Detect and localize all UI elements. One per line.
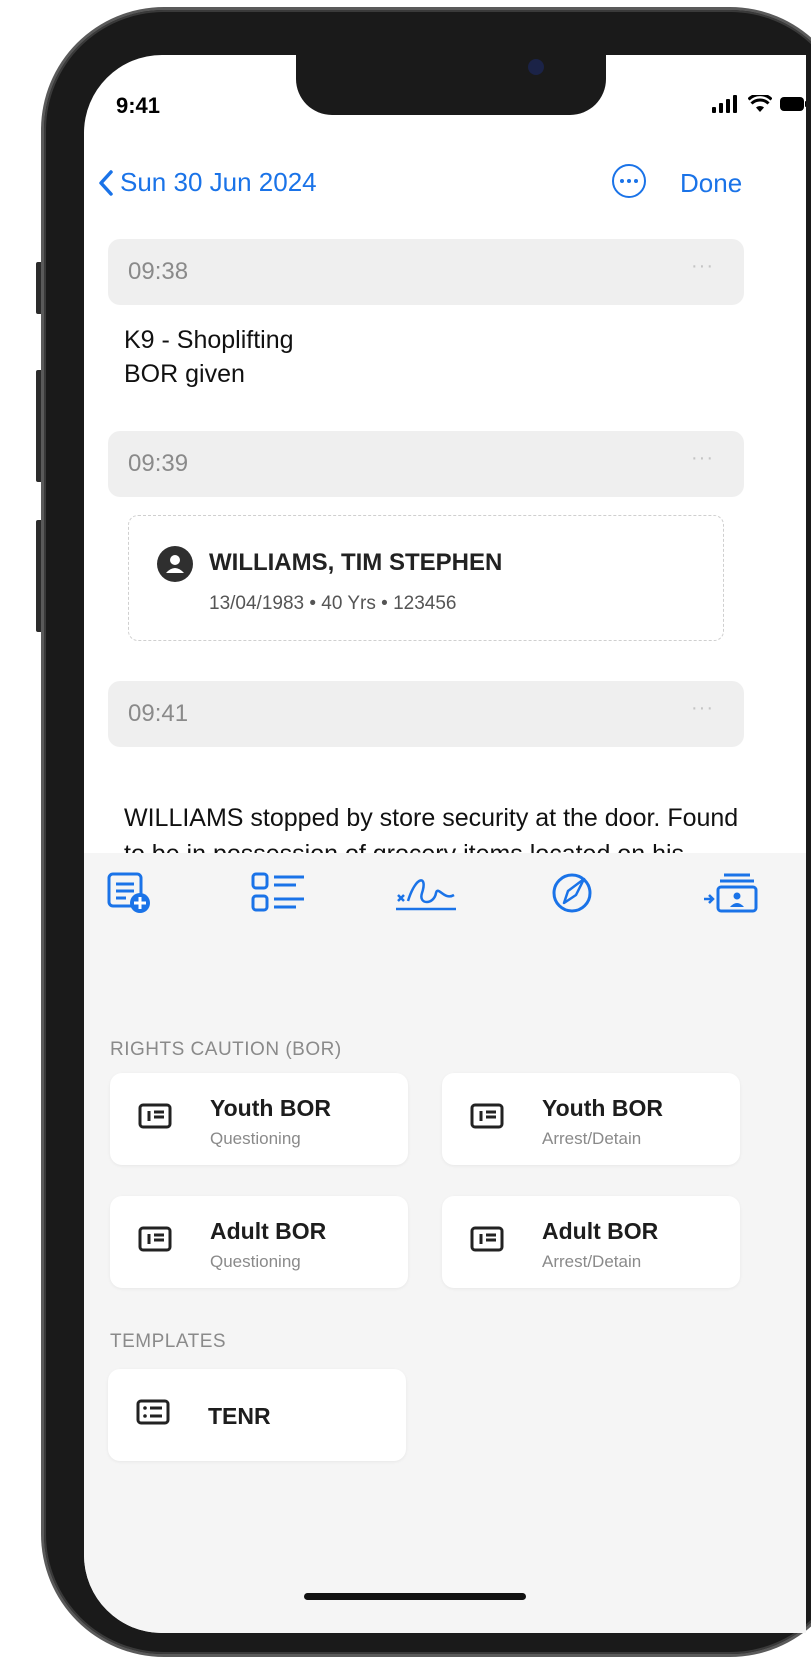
adult-bor-questioning-card[interactable]: Adult BOR Questioning bbox=[110, 1196, 408, 1288]
person-card[interactable]: WILLIAMS, TIM STEPHEN 13/04/1983 • 40 Yr… bbox=[128, 515, 724, 641]
back-button[interactable]: Sun 30 Jun 2024 bbox=[98, 167, 317, 198]
templates-header: TEMPLATES bbox=[110, 1331, 227, 1352]
volume-down-button bbox=[36, 520, 44, 632]
entry-time-header[interactable]: 09:38 ··· bbox=[108, 239, 744, 305]
signature-icon[interactable] bbox=[394, 871, 458, 915]
card-subtitle: Questioning bbox=[210, 1252, 301, 1271]
status-icons bbox=[712, 95, 806, 113]
person-card-icon[interactable] bbox=[702, 871, 758, 915]
card-subtitle: Arrest/Detain bbox=[542, 1252, 642, 1271]
entry-options-icon[interactable]: ··· bbox=[691, 447, 714, 470]
entry-time: 09:41 bbox=[128, 700, 189, 727]
more-dot-icon bbox=[634, 179, 638, 183]
card-title: Youth BOR bbox=[210, 1095, 331, 1121]
phone-screen: 9:41 Sun 30 Jun 2024 Done 09:38 ··· K9 -… bbox=[84, 55, 806, 1633]
card-subtitle: Arrest/Detain bbox=[542, 1129, 642, 1148]
card-title: Youth BOR bbox=[542, 1095, 663, 1121]
entry-options-icon[interactable]: ··· bbox=[691, 255, 714, 278]
compass-icon[interactable] bbox=[550, 871, 594, 915]
chevron-left-icon bbox=[99, 169, 113, 196]
list-template-icon bbox=[136, 1399, 170, 1425]
silent-switch bbox=[36, 262, 44, 314]
rights-caution-header: RIGHTS CAUTION (BOR) bbox=[110, 1039, 342, 1060]
more-options-button[interactable] bbox=[612, 164, 646, 198]
entry-options-icon[interactable]: ··· bbox=[691, 697, 714, 720]
bottom-action-panel: RIGHTS CAUTION (BOR) Youth BOR Questioni… bbox=[84, 853, 806, 1633]
signal-icon bbox=[712, 95, 737, 113]
back-label: Sun 30 Jun 2024 bbox=[120, 167, 317, 197]
entry-note-line: BOR given bbox=[124, 360, 245, 388]
entry-time-header[interactable]: 09:41 ··· bbox=[108, 681, 744, 747]
document-icon bbox=[138, 1103, 172, 1129]
battery-icon bbox=[780, 97, 806, 111]
youth-bor-questioning-card[interactable]: Youth BOR Questioning bbox=[110, 1073, 408, 1165]
entry-time: 09:39 bbox=[128, 450, 189, 477]
entry-time: 09:38 bbox=[128, 258, 189, 285]
person-name: WILLIAMS, TIM STEPHEN bbox=[209, 549, 503, 576]
card-title: TENR bbox=[208, 1403, 271, 1429]
wifi-icon bbox=[748, 95, 772, 112]
entry-note-line: K9 - Shoplifting bbox=[124, 326, 294, 354]
document-icon bbox=[138, 1226, 172, 1252]
entry-note: K9 - Shoplifting BOR given bbox=[124, 323, 294, 391]
adult-bor-arrest-card[interactable]: Adult BOR Arrest/Detain bbox=[442, 1196, 740, 1288]
status-time: 9:41 bbox=[116, 93, 161, 118]
more-dot-icon bbox=[620, 179, 624, 183]
entry-time-header[interactable]: 09:39 ··· bbox=[108, 431, 744, 497]
add-note-icon[interactable] bbox=[106, 871, 152, 915]
camera-icon bbox=[528, 59, 544, 75]
person-avatar-icon bbox=[157, 546, 193, 582]
home-indicator[interactable] bbox=[304, 1593, 526, 1600]
youth-bor-arrest-card[interactable]: Youth BOR Arrest/Detain bbox=[442, 1073, 740, 1165]
document-icon bbox=[470, 1103, 504, 1129]
notch bbox=[296, 55, 606, 115]
card-subtitle: Questioning bbox=[210, 1129, 301, 1148]
volume-up-button bbox=[36, 370, 44, 482]
checklist-icon[interactable] bbox=[250, 871, 308, 915]
template-tenr-card[interactable]: TENR bbox=[108, 1369, 406, 1461]
more-dot-icon bbox=[627, 179, 631, 183]
person-details: 13/04/1983 • 40 Yrs • 123456 bbox=[209, 593, 457, 614]
document-icon bbox=[470, 1226, 504, 1252]
card-title: Adult BOR bbox=[210, 1218, 327, 1244]
done-button[interactable]: Done bbox=[680, 168, 742, 199]
card-title: Adult BOR bbox=[542, 1218, 659, 1244]
